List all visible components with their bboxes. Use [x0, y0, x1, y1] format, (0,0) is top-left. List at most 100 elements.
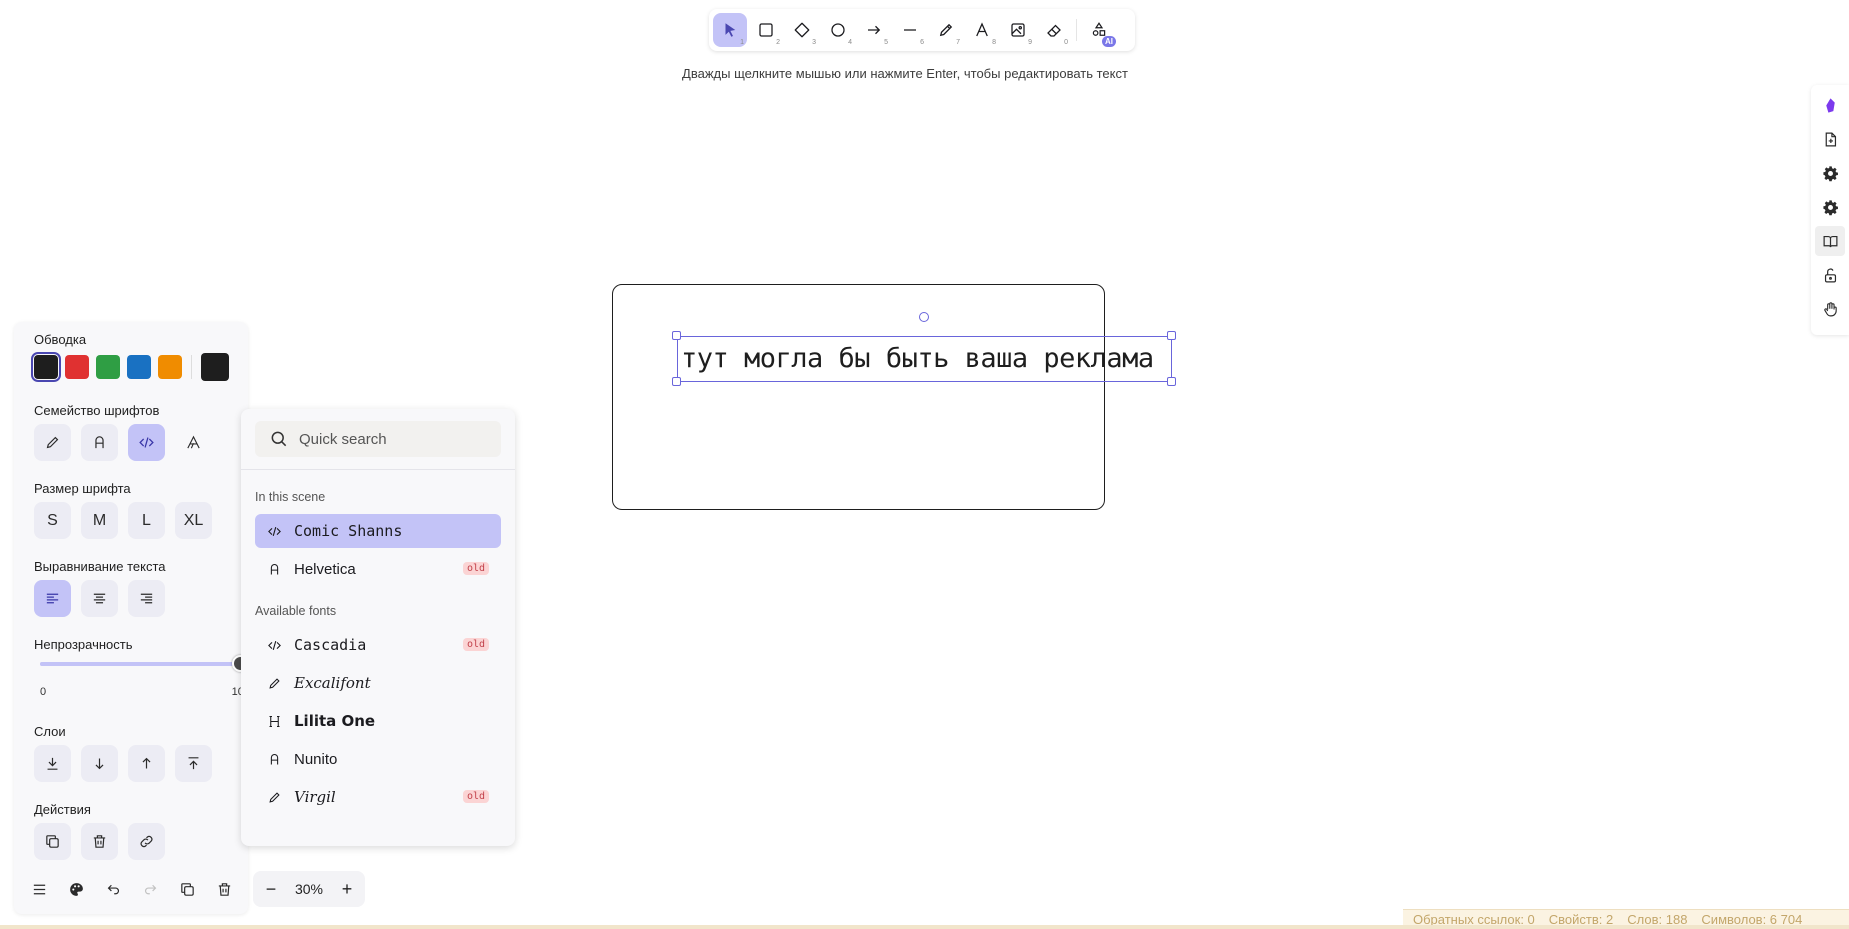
- right-sidebar: [1811, 85, 1849, 335]
- font-item-helvetica[interactable]: Helvetica old: [255, 552, 501, 586]
- font-item-label: Nunito: [294, 750, 338, 768]
- shortcut-key: 3: [812, 39, 816, 46]
- font-item-nunito[interactable]: Nunito: [255, 742, 501, 776]
- eraser-tool-button[interactable]: 0: [1037, 13, 1071, 47]
- menu-button[interactable]: [24, 874, 55, 905]
- delete-bottom-button[interactable]: [209, 874, 240, 905]
- font-item-lilita-one[interactable]: Lilita One: [255, 704, 501, 738]
- layers-row: [34, 745, 238, 782]
- font-size-m-button[interactable]: M: [81, 502, 118, 539]
- bring-forward-button[interactable]: [128, 745, 165, 782]
- send-to-back-button[interactable]: [34, 745, 71, 782]
- text-tool-button[interactable]: 8: [965, 13, 999, 47]
- image-tool-button[interactable]: 9: [1001, 13, 1035, 47]
- diamond-tool-button[interactable]: 3: [785, 13, 819, 47]
- zoom-level[interactable]: 30%: [295, 881, 323, 897]
- send-backward-button[interactable]: [81, 745, 118, 782]
- eraser-icon: [1047, 24, 1061, 37]
- resize-handle-nw[interactable]: [672, 331, 681, 340]
- arrow-tool-button[interactable]: 5: [857, 13, 891, 47]
- ellipse-tool-button[interactable]: 4: [821, 13, 855, 47]
- text-align-label: Выравнивание текста: [34, 559, 166, 574]
- stroke-color-swatch[interactable]: [96, 355, 120, 379]
- bring-to-front-button[interactable]: [175, 745, 212, 782]
- pencil-icon: [269, 677, 280, 689]
- font-item-excalifont[interactable]: Excalifont: [255, 666, 501, 700]
- style-panel-button[interactable]: [61, 874, 92, 905]
- draw-tool-button[interactable]: 7: [929, 13, 963, 47]
- settings-button[interactable]: [1815, 158, 1845, 188]
- line-icon: [904, 29, 916, 31]
- actions-label: Действия: [34, 802, 91, 817]
- zoom-control: − 30% +: [253, 871, 365, 907]
- font-size-s-button[interactable]: S: [34, 502, 71, 539]
- stroke-label: Обводка: [34, 332, 87, 347]
- font-normal-button[interactable]: [81, 424, 118, 461]
- redo-button[interactable]: [135, 874, 166, 905]
- gear-icon: [1822, 165, 1838, 181]
- font-size-row: S M L XL: [34, 502, 238, 539]
- new-file-button[interactable]: [1815, 124, 1845, 154]
- old-badge: old: [462, 790, 489, 803]
- current-stroke-color[interactable]: [201, 353, 229, 381]
- zoom-in-button[interactable]: +: [335, 877, 359, 901]
- file-plus-icon: [1825, 132, 1836, 146]
- zoom-out-button[interactable]: −: [259, 877, 283, 901]
- ai-badge: AI: [1102, 36, 1116, 47]
- duplicate-bottom-button[interactable]: [172, 874, 203, 905]
- hand-tool-button[interactable]: [1815, 294, 1845, 324]
- send-to-back-icon: [47, 757, 58, 770]
- link-button[interactable]: [128, 823, 165, 860]
- copy-icon: [181, 882, 194, 896]
- selection-tool-button[interactable]: 1: [713, 13, 747, 47]
- stroke-color-swatch[interactable]: [31, 352, 61, 382]
- arrow-up-icon: [142, 757, 151, 769]
- font-hand-button[interactable]: [34, 424, 71, 461]
- align-left-icon: [46, 593, 59, 604]
- font-item-cascadia[interactable]: Cascadia old: [255, 628, 501, 662]
- font-size-l-button[interactable]: L: [128, 502, 165, 539]
- canvas-rectangle[interactable]: [612, 284, 1105, 510]
- lock-button[interactable]: [1815, 260, 1845, 290]
- font-search-input[interactable]: Quick search: [255, 421, 501, 457]
- font-code-button[interactable]: [128, 424, 165, 461]
- font-item-virgil[interactable]: Virgil old: [255, 780, 501, 814]
- edit-hint: Дважды щелкните мышью или нажмите Enter,…: [682, 66, 1128, 81]
- opacity-slider[interactable]: [40, 655, 248, 672]
- stroke-color-swatch[interactable]: [158, 355, 182, 379]
- undo-button[interactable]: [98, 874, 129, 905]
- resize-handle-se[interactable]: [1167, 377, 1176, 386]
- align-right-button[interactable]: [128, 580, 165, 617]
- align-left-button[interactable]: [34, 580, 71, 617]
- resize-handle-sw[interactable]: [672, 377, 681, 386]
- more-tools-button[interactable]: AI: [1082, 13, 1116, 47]
- stroke-color-row: [31, 352, 238, 382]
- circle-icon: [831, 23, 845, 37]
- font-more-button[interactable]: [175, 424, 212, 461]
- library-button[interactable]: [1815, 226, 1845, 256]
- font-family-row: [34, 424, 238, 461]
- delete-button[interactable]: [81, 823, 118, 860]
- plugin-settings-button[interactable]: [1815, 192, 1845, 222]
- diamond-icon: [794, 22, 810, 38]
- obsidian-button[interactable]: [1815, 90, 1845, 120]
- stroke-color-swatch[interactable]: [65, 355, 89, 379]
- font-item-label: Helvetica: [294, 560, 356, 578]
- arrow-icon: [868, 25, 881, 35]
- duplicate-button[interactable]: [34, 823, 71, 860]
- search-icon: [271, 431, 287, 447]
- rotation-handle[interactable]: [919, 312, 929, 322]
- shortcut-key: 9: [1028, 39, 1032, 46]
- line-tool-button[interactable]: 6: [893, 13, 927, 47]
- bottom-toolbar: [14, 866, 248, 912]
- old-badge: old: [462, 638, 489, 651]
- font-item-label: Cascadia: [294, 636, 367, 654]
- align-center-button[interactable]: [81, 580, 118, 617]
- palette-icon: [70, 882, 83, 896]
- font-size-xl-button[interactable]: XL: [175, 502, 212, 539]
- selection-box: [677, 336, 1172, 382]
- resize-handle-ne[interactable]: [1167, 331, 1176, 340]
- font-item-comic-shanns[interactable]: Comic Shanns: [255, 514, 501, 548]
- rectangle-tool-button[interactable]: 2: [749, 13, 783, 47]
- stroke-color-swatch[interactable]: [127, 355, 151, 379]
